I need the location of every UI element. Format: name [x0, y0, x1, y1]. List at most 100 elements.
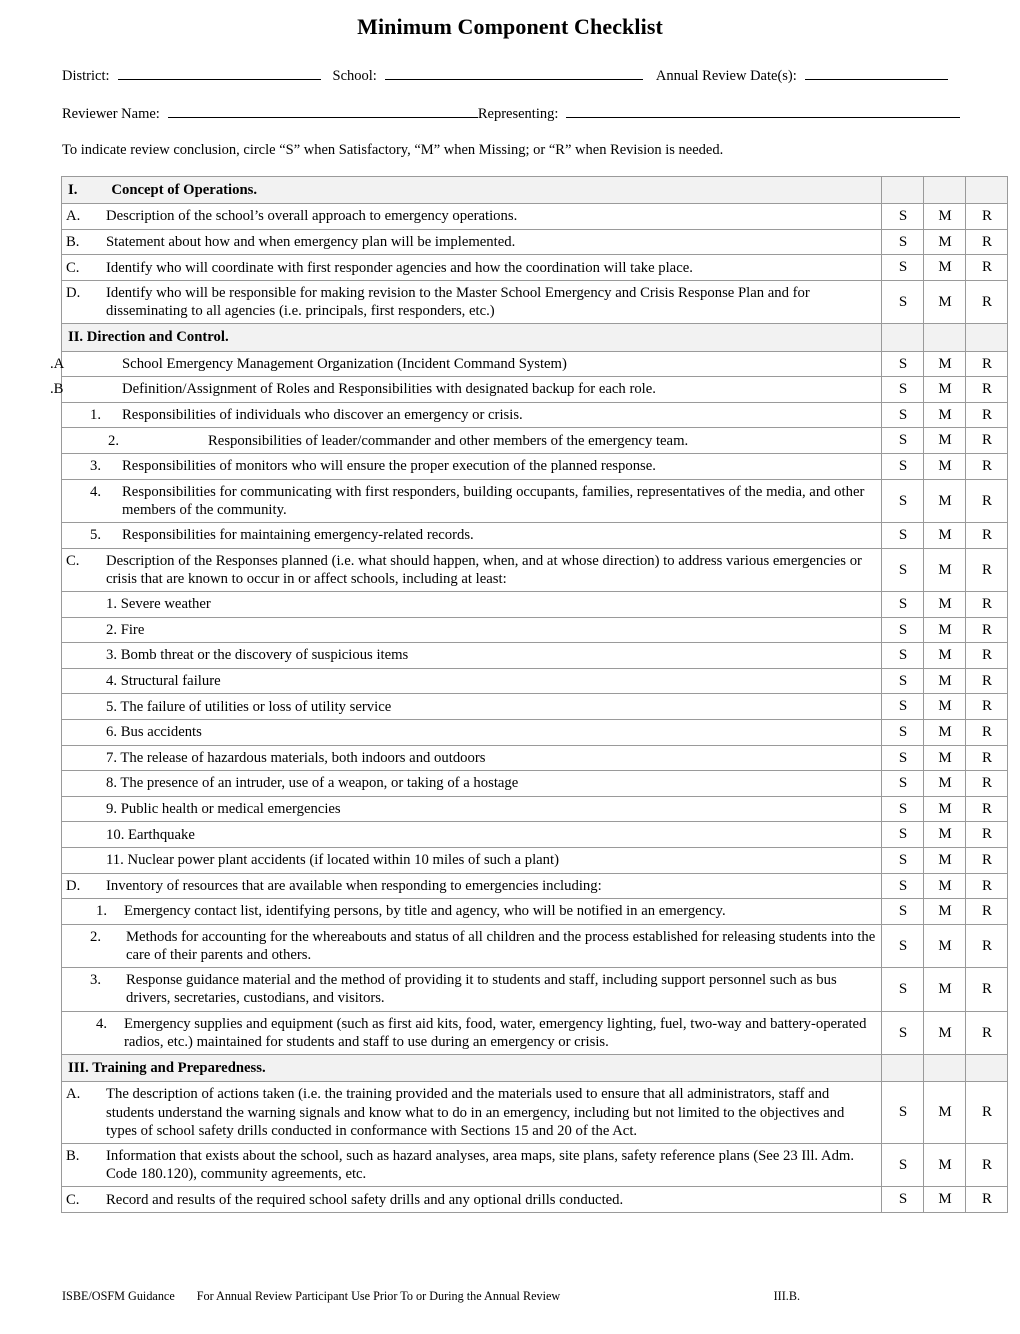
mark-s-cell[interactable]: S [881, 667, 924, 695]
mark-r-cell[interactable]: R [965, 1142, 1008, 1188]
mark-m-cell[interactable]: M [923, 1081, 966, 1144]
mark-r-cell[interactable]: R [965, 847, 1008, 874]
mark-s-cell[interactable]: S [881, 1010, 924, 1056]
mark-r-cell[interactable]: R [965, 427, 1008, 455]
mark-r-cell[interactable]: R [965, 453, 1008, 480]
mark-r-cell[interactable]: R [965, 478, 1008, 524]
mark-s-cell[interactable]: S [881, 719, 924, 746]
mark-m-cell[interactable]: M [923, 427, 966, 455]
mark-m-cell[interactable]: M [923, 847, 966, 874]
mark-m-cell[interactable]: M [923, 744, 966, 772]
mark-r-cell[interactable]: R [965, 228, 1008, 256]
checklist-item-text: .A School Emergency Management Organizati… [50, 350, 882, 378]
mark-s-cell[interactable]: S [881, 203, 924, 230]
mark-s-cell[interactable]: S [881, 744, 924, 772]
mark-s-cell[interactable]: S [881, 350, 924, 378]
mark-r-cell[interactable]: R [965, 350, 1008, 378]
mark-s-cell[interactable]: S [881, 254, 924, 281]
mark-m-cell[interactable]: M [923, 279, 966, 325]
mark-s-cell[interactable]: S [881, 453, 924, 480]
mark-m-cell[interactable]: M [923, 719, 966, 746]
mark-s-cell[interactable]: S [881, 693, 924, 721]
mark-m-cell[interactable]: M [923, 667, 966, 695]
mark-m-cell[interactable]: M [923, 821, 966, 849]
annual-review-date-input[interactable] [804, 66, 948, 80]
mark-m-cell[interactable]: M [923, 1186, 966, 1214]
mark-s-cell[interactable]: S [881, 821, 924, 849]
mark-m-cell[interactable]: M [923, 547, 966, 593]
mark-r-cell[interactable]: R [965, 770, 1008, 797]
mark-r-cell[interactable]: R [965, 795, 1008, 823]
mark-r-cell[interactable]: R [965, 898, 1008, 925]
mark-r-cell[interactable]: R [965, 667, 1008, 695]
mark-r-cell[interactable]: R [965, 1081, 1008, 1144]
mark-m-cell[interactable]: M [923, 522, 966, 549]
mark-r-cell[interactable]: R [965, 279, 1008, 325]
mark-m-cell[interactable]: M [923, 376, 966, 403]
mark-r-cell[interactable]: R [965, 967, 1008, 1012]
mark-r-cell[interactable]: R [965, 872, 1008, 900]
mark-m-cell[interactable]: M [923, 616, 966, 644]
mark-m-cell[interactable]: M [923, 795, 966, 823]
mark-s-cell[interactable]: S [881, 795, 924, 823]
mark-m-cell[interactable]: M [923, 1142, 966, 1188]
mark-r-cell[interactable]: R [965, 719, 1008, 746]
mark-r-cell[interactable]: R [965, 616, 1008, 644]
mark-m-cell[interactable]: M [923, 453, 966, 480]
mark-r-cell[interactable]: R [965, 923, 1008, 969]
mark-s-cell[interactable]: S [881, 1186, 924, 1214]
mark-m-cell[interactable]: M [923, 591, 966, 618]
mark-s-cell[interactable]: S [881, 898, 924, 925]
mark-m-cell[interactable]: M [923, 642, 966, 669]
mark-m-cell[interactable]: M [923, 923, 966, 969]
mark-m-cell[interactable]: M [923, 1010, 966, 1056]
mark-s-cell[interactable]: S [881, 1142, 924, 1188]
mark-s-cell[interactable]: S [881, 1081, 924, 1144]
mark-m-cell[interactable]: M [923, 872, 966, 900]
mark-m-cell[interactable]: M [923, 254, 966, 281]
mark-r-cell[interactable]: R [965, 821, 1008, 849]
mark-s-cell[interactable]: S [881, 642, 924, 669]
mark-s-cell[interactable]: S [881, 478, 924, 524]
mark-m-cell[interactable]: M [923, 770, 966, 797]
mark-s-cell[interactable]: S [881, 923, 924, 969]
mark-s-cell[interactable]: S [881, 967, 924, 1012]
mark-m-cell[interactable]: M [923, 898, 966, 925]
mark-m-cell[interactable]: M [923, 967, 966, 1012]
mark-s-cell[interactable]: S [881, 401, 924, 429]
mark-s-cell[interactable]: S [881, 522, 924, 549]
mark-r-cell[interactable]: R [965, 744, 1008, 772]
mark-r-cell[interactable]: R [965, 693, 1008, 721]
mark-s-cell[interactable]: S [881, 427, 924, 455]
mark-m-cell[interactable]: M [923, 401, 966, 429]
mark-s-cell[interactable]: S [881, 376, 924, 403]
mark-s-cell[interactable]: S [881, 770, 924, 797]
mark-r-cell[interactable]: R [965, 1010, 1008, 1056]
mark-r-cell[interactable]: R [965, 1186, 1008, 1214]
mark-s-cell[interactable]: S [881, 847, 924, 874]
mark-r-cell[interactable]: R [965, 642, 1008, 669]
mark-r-cell[interactable]: R [965, 376, 1008, 403]
mark-m-cell[interactable]: M [923, 228, 966, 256]
mark-r-cell[interactable]: R [965, 401, 1008, 429]
mark-m-cell[interactable]: M [923, 350, 966, 378]
mark-r-cell[interactable]: R [965, 547, 1008, 593]
reviewer-name-input[interactable] [167, 104, 478, 118]
mark-m-cell[interactable]: M [923, 693, 966, 721]
mark-s-cell[interactable]: S [881, 279, 924, 325]
school-input[interactable] [384, 66, 643, 80]
mark-s-cell[interactable]: S [881, 872, 924, 900]
mark-s-cell[interactable]: S [881, 547, 924, 593]
mark-r-cell[interactable]: R [965, 254, 1008, 281]
form-fields: District: School: Annual Review Date(s):… [0, 66, 1020, 123]
mark-s-cell[interactable]: S [881, 228, 924, 256]
mark-m-cell[interactable]: M [923, 478, 966, 524]
mark-s-cell[interactable]: S [881, 591, 924, 618]
representing-input[interactable] [566, 104, 960, 118]
district-input[interactable] [117, 66, 321, 80]
mark-m-cell[interactable]: M [923, 203, 966, 230]
mark-r-cell[interactable]: R [965, 591, 1008, 618]
mark-s-cell[interactable]: S [881, 616, 924, 644]
mark-r-cell[interactable]: R [965, 522, 1008, 549]
mark-r-cell[interactable]: R [965, 203, 1008, 230]
